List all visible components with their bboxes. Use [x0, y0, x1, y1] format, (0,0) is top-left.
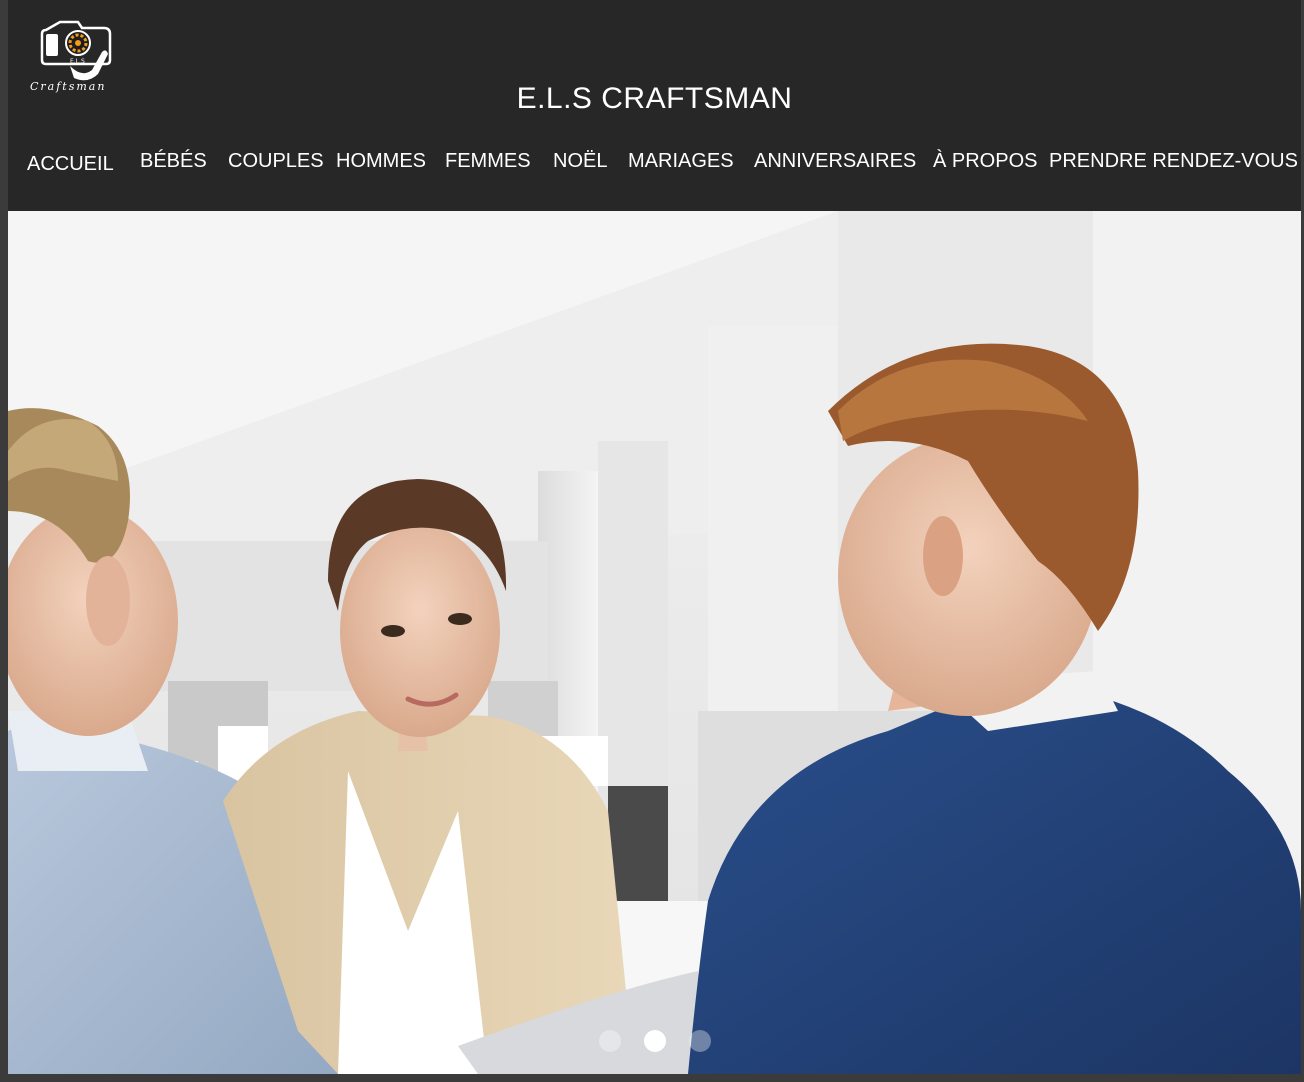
main-nav: ACCUEIL BÉBÉS COUPLES HOMMES FEMMES NOËL…: [8, 150, 1301, 180]
nav-item-bebes[interactable]: BÉBÉS: [140, 150, 207, 173]
site-title: E.L.S CRAFTSMAN: [516, 82, 793, 115]
slider-dot-2[interactable]: [644, 1030, 666, 1052]
nav-item-noel[interactable]: NOËL: [553, 150, 607, 173]
nav-item-anniversaires[interactable]: ANNIVERSAIRES: [754, 150, 916, 173]
nav-item-mariages[interactable]: MARIAGES: [628, 150, 734, 173]
nav-item-a-propos[interactable]: À PROPOS: [933, 150, 1037, 173]
page-frame: E.L.S Craftsman E.L.S CRAFTSMAN ACCUEIL …: [0, 0, 1304, 1082]
slider-pagination: [8, 1030, 1301, 1054]
nav-item-hommes[interactable]: HOMMES: [336, 150, 426, 173]
nav-item-couples[interactable]: COUPLES: [228, 150, 324, 173]
nav-item-femmes[interactable]: FEMMES: [445, 150, 531, 173]
slider-dot-3[interactable]: [689, 1030, 711, 1052]
site-header: E.L.S Craftsman E.L.S CRAFTSMAN ACCUEIL …: [8, 0, 1301, 211]
nav-item-prendre-rendez-vous[interactable]: PRENDRE RENDEZ-VOUS: [1049, 150, 1298, 173]
hero-slider[interactable]: [8, 211, 1301, 1074]
svg-text:E.L.S: E.L.S: [70, 58, 85, 65]
slider-dot-1[interactable]: [599, 1030, 621, 1052]
nav-item-accueil[interactable]: ACCUEIL: [27, 153, 114, 176]
hero-slide-image: [8, 211, 1301, 1074]
